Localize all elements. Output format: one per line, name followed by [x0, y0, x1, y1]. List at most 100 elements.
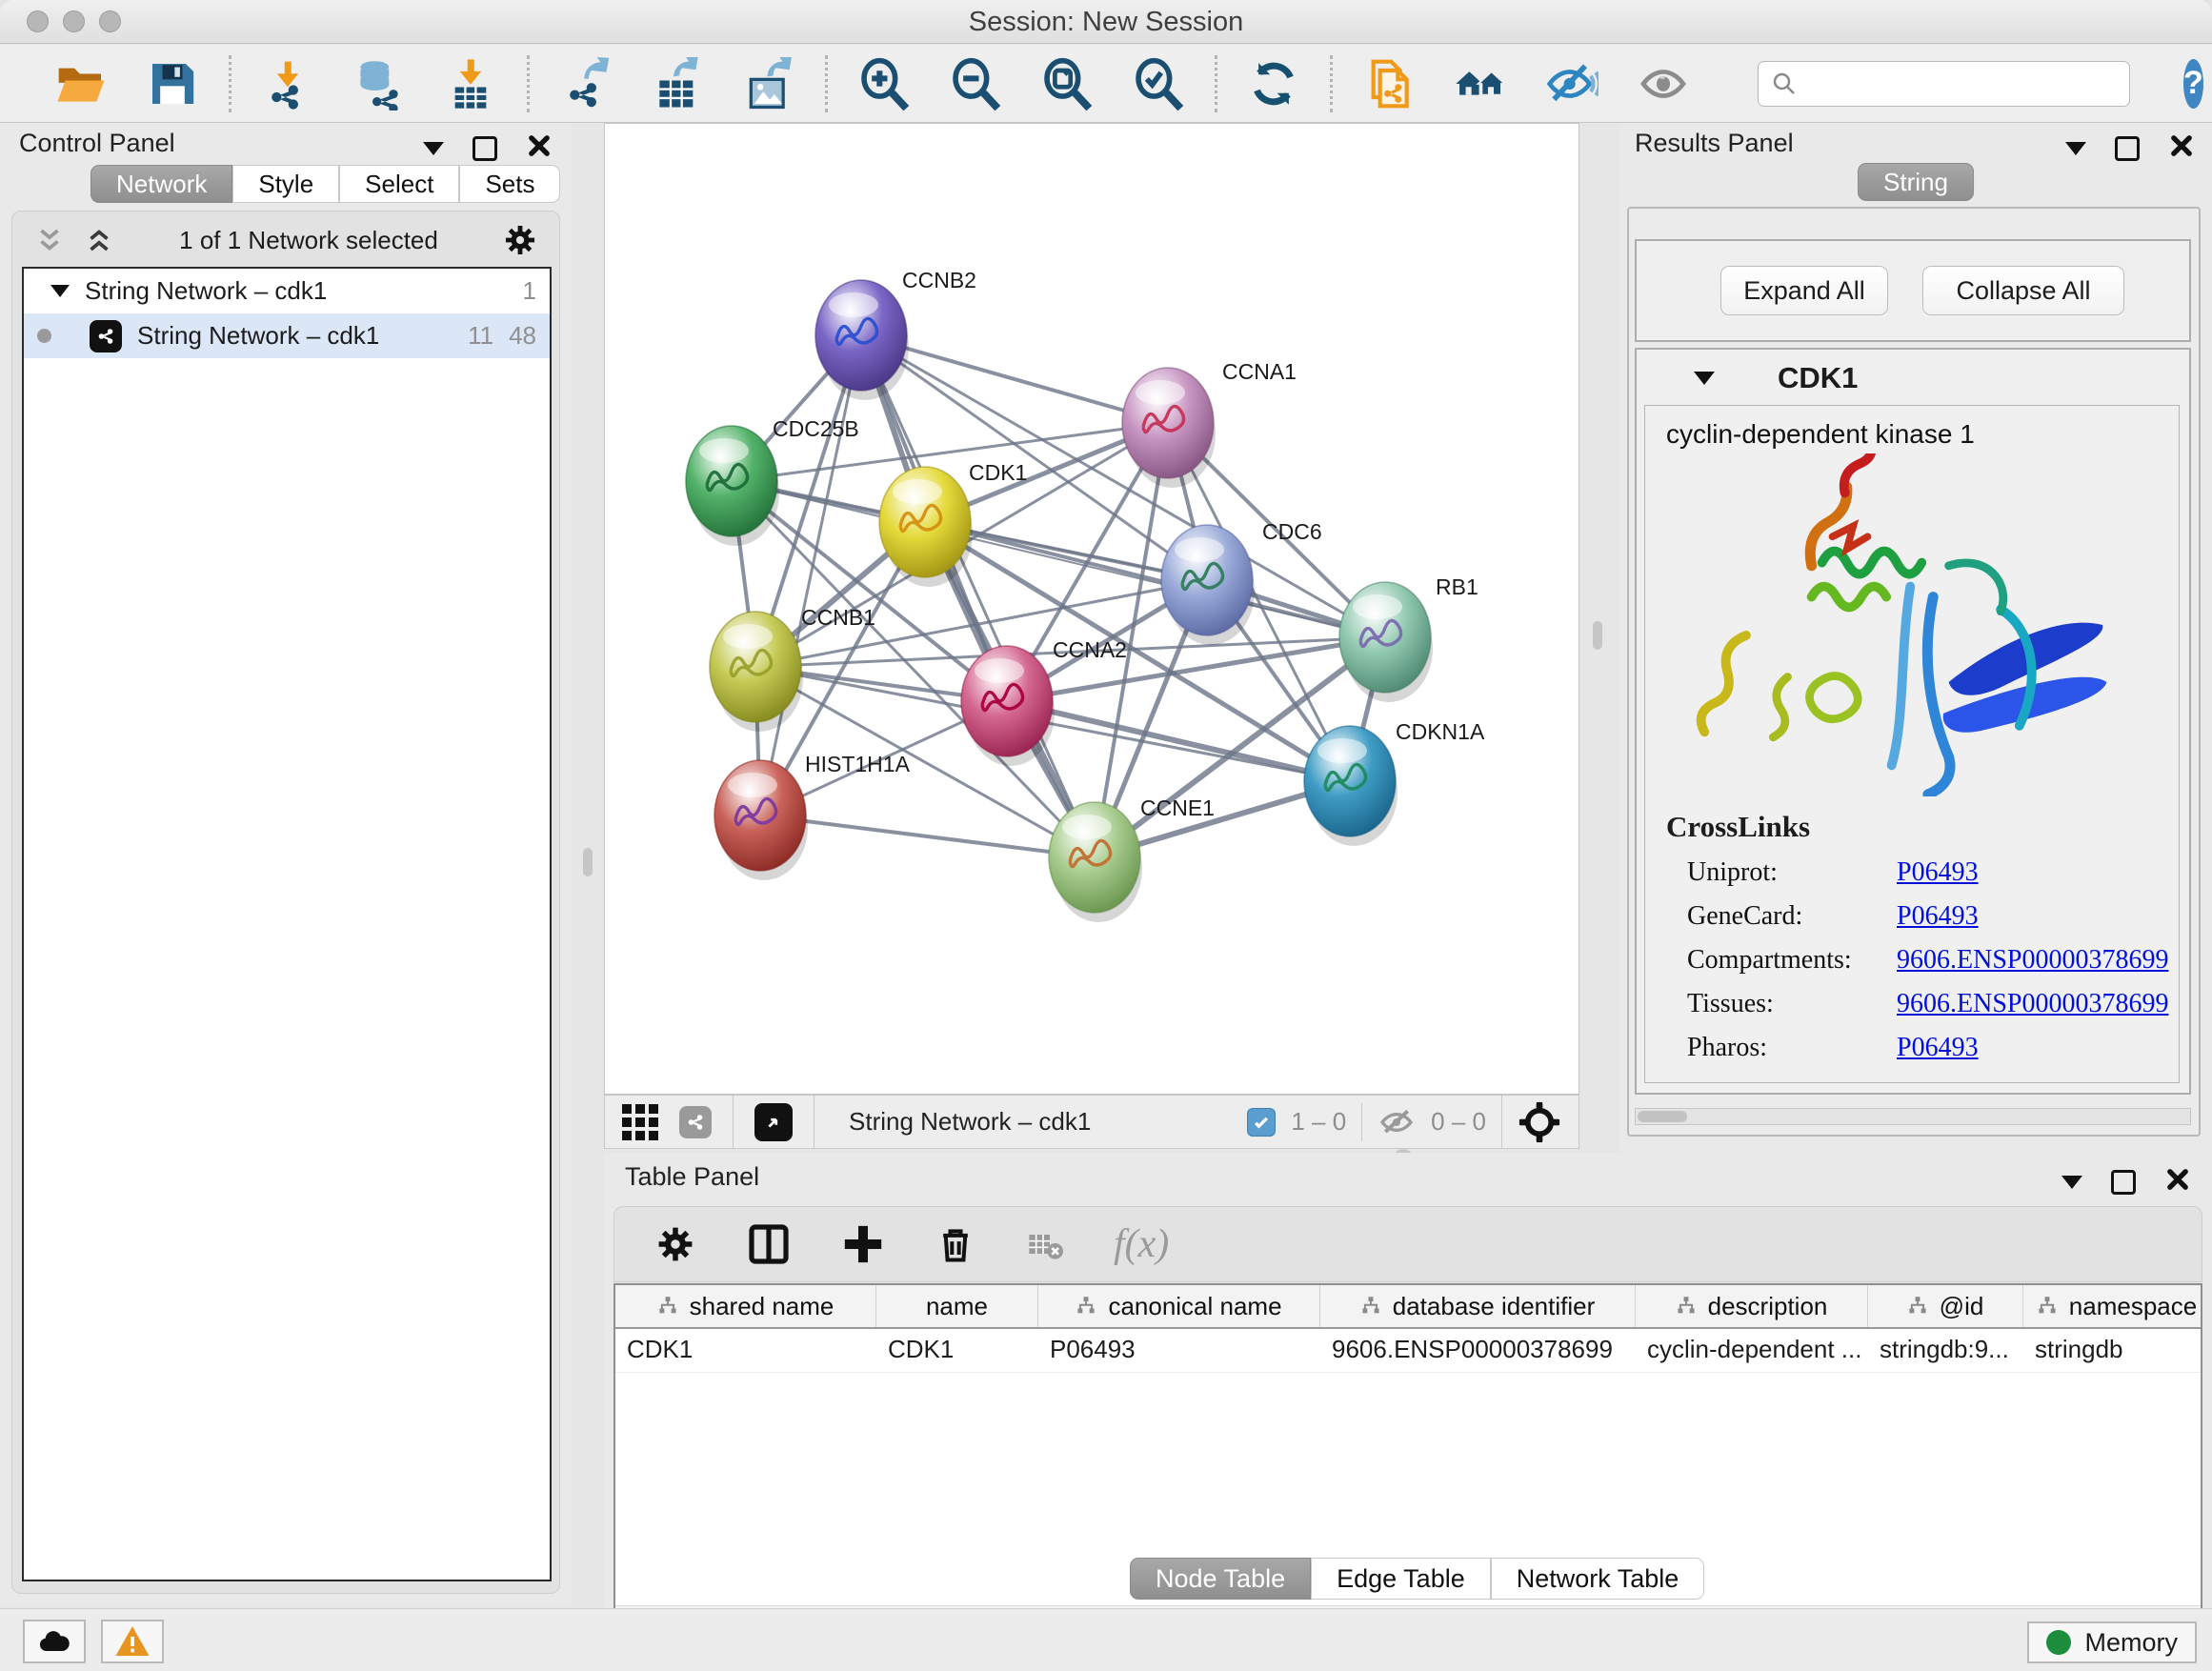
zoom-out-icon — [949, 57, 1002, 111]
node-label-rb1: RB1 — [1436, 574, 1478, 599]
delete-table-icon[interactable] — [1026, 1225, 1064, 1263]
search-input[interactable] — [1799, 69, 2118, 98]
table-cell[interactable]: stringdb — [2023, 1329, 2202, 1372]
hidden-eye-icon — [1377, 1103, 1416, 1141]
column-header-shared-name[interactable]: shared name — [615, 1285, 876, 1327]
zoom-in-button[interactable] — [856, 56, 912, 111]
table-cell[interactable]: P06493 — [1038, 1329, 1320, 1372]
column-header-namespace[interactable]: namespace — [2023, 1285, 2202, 1327]
column-header-label: shared name — [690, 1292, 835, 1321]
table-cell[interactable]: CDK1 — [876, 1329, 1038, 1372]
table-cell[interactable]: CDK1 — [615, 1329, 876, 1372]
save-session-button[interactable] — [145, 56, 200, 111]
crosslink-link[interactable]: P06493 — [1897, 857, 1979, 888]
column-header--id[interactable]: @id — [1868, 1285, 2023, 1327]
birdseye-view-icon[interactable] — [754, 1103, 793, 1141]
collapse-triangle-icon[interactable] — [50, 285, 70, 297]
delete-column-icon[interactable] — [935, 1223, 976, 1265]
collapse-protein-icon[interactable] — [1694, 372, 1715, 385]
tab-sets[interactable]: Sets — [459, 165, 560, 203]
cloud-button[interactable] — [23, 1620, 86, 1663]
selected-checkbox-icon[interactable] — [1247, 1108, 1276, 1137]
collapse-all-icon[interactable] — [33, 224, 66, 256]
open-session-button[interactable] — [53, 56, 109, 111]
tab-network-table[interactable]: Network Table — [1491, 1558, 1705, 1600]
two-houses-icon — [1454, 57, 1507, 111]
zoom-selected-button[interactable] — [1131, 56, 1186, 111]
crosslink-link[interactable]: P06493 — [1897, 901, 1979, 932]
hide-selected-button[interactable] — [1544, 56, 1599, 111]
show-hidden-button[interactable] — [1636, 56, 1691, 111]
help-button[interactable]: ? — [2183, 59, 2203, 109]
network-edge-ccna2-cdkn1a[interactable] — [1007, 701, 1350, 781]
collection-name: String Network – cdk1 — [85, 276, 327, 306]
copy-style-button[interactable] — [1361, 56, 1417, 111]
network-collection-row[interactable]: String Network – cdk1 1 — [24, 269, 550, 313]
import-network-database-button[interactable] — [352, 56, 407, 111]
function-builder-button[interactable]: f(x) — [1114, 1221, 1169, 1267]
table-cell[interactable]: cyclin-dependent ... — [1636, 1329, 1868, 1372]
protein-results-scroll: CDK1 cyclin-dependent kinase 1 — [1635, 348, 2191, 1095]
expand-all-icon[interactable] — [83, 224, 115, 256]
cloud-icon — [35, 1622, 73, 1661]
expand-all-button[interactable]: Expand All — [1720, 266, 1888, 315]
homes-button[interactable] — [1453, 56, 1508, 111]
export-network-button[interactable] — [558, 56, 613, 111]
close-panel-icon[interactable] — [526, 132, 553, 164]
tab-edge-table[interactable]: Edge Table — [1311, 1558, 1491, 1600]
column-header-name[interactable]: name — [876, 1285, 1038, 1327]
crosslink-link[interactable]: 9606.ENSP00000378699 — [1897, 945, 2168, 976]
zoom-out-button[interactable] — [948, 56, 1003, 111]
crosslinks-title: CrossLinks — [1645, 810, 2179, 844]
column-header-database-identifier[interactable]: database identifier — [1320, 1285, 1636, 1327]
network-row[interactable]: String Network – cdk1 11 48 — [24, 313, 550, 358]
table-options-gear-icon[interactable] — [654, 1223, 696, 1265]
panel-menu-icon[interactable] — [423, 142, 444, 155]
tab-string[interactable]: String — [1858, 163, 1974, 201]
splitter-grip[interactable] — [583, 848, 593, 876]
crosslink-link[interactable]: P06493 — [1897, 1033, 1979, 1063]
column-header-description[interactable]: description — [1636, 1285, 1868, 1327]
tab-style[interactable]: Style — [232, 165, 339, 203]
panel-menu-icon[interactable] — [2061, 1176, 2082, 1189]
grid-view-icon[interactable] — [622, 1104, 658, 1140]
add-column-icon[interactable] — [841, 1222, 885, 1266]
network-canvas[interactable]: CCNB2CCNA1CDC25BCDK1CDC6RB1CCNB1CCNA2CDK… — [604, 123, 1579, 1095]
close-panel-icon[interactable] — [2164, 1166, 2191, 1198]
warnings-button[interactable] — [101, 1620, 164, 1663]
table-cell[interactable]: 9606.ENSP00000378699 — [1320, 1329, 1636, 1372]
export-image-button[interactable] — [741, 56, 796, 111]
splitter-grip[interactable] — [1593, 621, 1602, 650]
zoom-fit-button[interactable] — [1039, 56, 1095, 111]
tab-network[interactable]: Network — [90, 165, 232, 203]
network-edge-ccne1-hist1h1a[interactable] — [760, 815, 1095, 857]
panel-menu-icon[interactable] — [2065, 142, 2086, 155]
table-row[interactable]: CDK1CDK1P064939606.ENSP00000378699cyclin… — [615, 1329, 2201, 1373]
memory-button[interactable]: Memory — [2027, 1621, 2197, 1663]
column-header-canonical-name[interactable]: canonical name — [1038, 1285, 1320, 1327]
crosslink-link[interactable]: 9606.ENSP00000378699 — [1897, 989, 2168, 1019]
collapse-all-button[interactable]: Collapse All — [1922, 266, 2124, 315]
node-label-ccnb2: CCNB2 — [902, 268, 976, 292]
show-columns-icon[interactable] — [746, 1221, 792, 1267]
string-view-icon[interactable] — [679, 1106, 712, 1138]
network-options-gear-icon[interactable] — [502, 222, 538, 258]
network-tab-body: 1 of 1 Network selected String Network –… — [11, 211, 560, 1594]
refresh-button[interactable] — [1246, 56, 1301, 111]
protein-structure-image — [1683, 453, 2131, 796]
network-edge-ccnb2-ccne1[interactable] — [861, 335, 1095, 857]
close-panel-icon[interactable] — [2168, 132, 2195, 164]
tab-select[interactable]: Select — [339, 165, 459, 203]
results-hscrollbar[interactable] — [1635, 1108, 2191, 1125]
pan-crosshair-icon[interactable] — [1518, 1100, 1561, 1144]
table-cell[interactable]: stringdb:9... — [1868, 1329, 2023, 1372]
protein-description: cyclin-dependent kinase 1 — [1645, 406, 2179, 450]
export-table-button[interactable] — [650, 56, 705, 111]
import-table-file-button[interactable] — [443, 56, 498, 111]
network-edge-ccnb2-hist1h1a[interactable] — [760, 335, 861, 815]
float-panel-icon[interactable] — [2111, 1170, 2136, 1195]
tab-node-table[interactable]: Node Table — [1130, 1558, 1311, 1600]
float-panel-icon[interactable] — [473, 136, 497, 161]
import-network-file-button[interactable] — [260, 56, 315, 111]
float-panel-icon[interactable] — [2115, 136, 2140, 161]
